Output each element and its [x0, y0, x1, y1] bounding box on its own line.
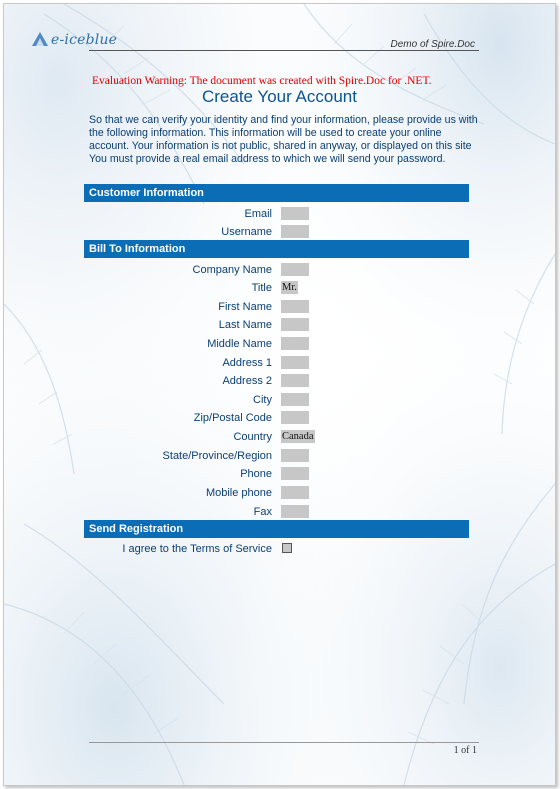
field-label: First Name: [218, 301, 272, 313]
section-bill-to-information: Bill To Information: [84, 240, 469, 258]
form-row-address-2: Address 2: [84, 374, 479, 388]
field-label: Mobile phone: [205, 487, 272, 499]
address-2-field[interactable]: [281, 374, 309, 387]
city-field[interactable]: [281, 393, 309, 406]
form-row-username: Username: [84, 225, 479, 239]
field-label: Title: [251, 282, 272, 294]
form-row-phone: Phone: [84, 467, 479, 481]
form-row-first-name: First Name: [84, 300, 479, 314]
field-label: Address 1: [222, 357, 272, 369]
field-label: Middle Name: [207, 338, 272, 350]
field-label: City: [253, 394, 272, 406]
username-field[interactable]: [281, 225, 309, 238]
zip-field[interactable]: [281, 411, 309, 424]
country-dropdown[interactable]: Canada: [281, 430, 315, 443]
logo-text: e-iceblue: [51, 32, 118, 48]
form-row-address-1: Address 1: [84, 356, 479, 370]
section-customer-information: Customer Information: [84, 184, 469, 202]
page-indicator: 1 of 1: [453, 745, 477, 756]
form-row-company-name: Company Name: [84, 263, 479, 277]
last-name-field[interactable]: [281, 318, 309, 331]
iceblue-logo-icon: [32, 32, 48, 46]
evaluation-warning: Evaluation Warning: The document was cre…: [92, 75, 432, 87]
phone-field[interactable]: [281, 467, 309, 480]
field-label: Phone: [240, 468, 272, 480]
field-label: Company Name: [192, 264, 272, 276]
document-page: e-iceblue Demo of Spire.Doc Evaluation W…: [3, 3, 556, 786]
intro-paragraph: So that we can verify your identity and …: [89, 114, 478, 152]
form-row-middle-name: Middle Name: [84, 337, 479, 351]
mobile-phone-field[interactable]: [281, 486, 309, 499]
first-name-field[interactable]: [281, 300, 309, 313]
form-row-terms: I agree to the Terms of Service: [84, 542, 479, 556]
field-label: Last Name: [218, 319, 272, 331]
footer-rule: [89, 742, 479, 743]
header-rule: [89, 50, 479, 51]
field-label: Email: [244, 208, 272, 220]
form-row-zip: Zip/Postal Code: [84, 411, 479, 425]
fax-field[interactable]: [281, 505, 309, 518]
page-title: Create Your Account: [201, 87, 357, 106]
field-label: Fax: [253, 506, 272, 518]
form-row-city: City: [84, 393, 479, 407]
field-label: Zip/Postal Code: [193, 412, 272, 424]
field-label: Address 2: [222, 375, 272, 387]
form-row-state: State/Province/Region: [84, 449, 479, 463]
field-label: Country: [233, 431, 272, 443]
section-send-registration: Send Registration: [84, 520, 469, 538]
state-field[interactable]: [281, 449, 309, 462]
form-row-title: Title Mr.: [84, 281, 479, 295]
title-dropdown[interactable]: Mr.: [281, 281, 298, 294]
form-row-country: Country Canada: [84, 430, 479, 444]
intro-text: So that we can verify your identity and …: [89, 114, 479, 166]
company-logo: e-iceblue: [30, 28, 117, 52]
field-label: Username: [221, 226, 272, 238]
header-demo-text: Demo of Spire.Doc: [390, 39, 475, 50]
company-name-field[interactable]: [281, 263, 309, 276]
terms-checkbox[interactable]: [282, 543, 292, 553]
form-row-last-name: Last Name: [84, 318, 479, 332]
form-row-mobile-phone: Mobile phone: [84, 486, 479, 500]
form-row-fax: Fax: [84, 505, 479, 519]
form-row-email: Email: [84, 207, 479, 221]
middle-name-field[interactable]: [281, 337, 309, 350]
terms-label: I agree to the Terms of Service: [122, 543, 272, 555]
address-1-field[interactable]: [281, 356, 309, 369]
email-field[interactable]: [281, 207, 309, 220]
field-label: State/Province/Region: [162, 450, 272, 462]
email-note: You must provide a real email address to…: [89, 153, 446, 165]
